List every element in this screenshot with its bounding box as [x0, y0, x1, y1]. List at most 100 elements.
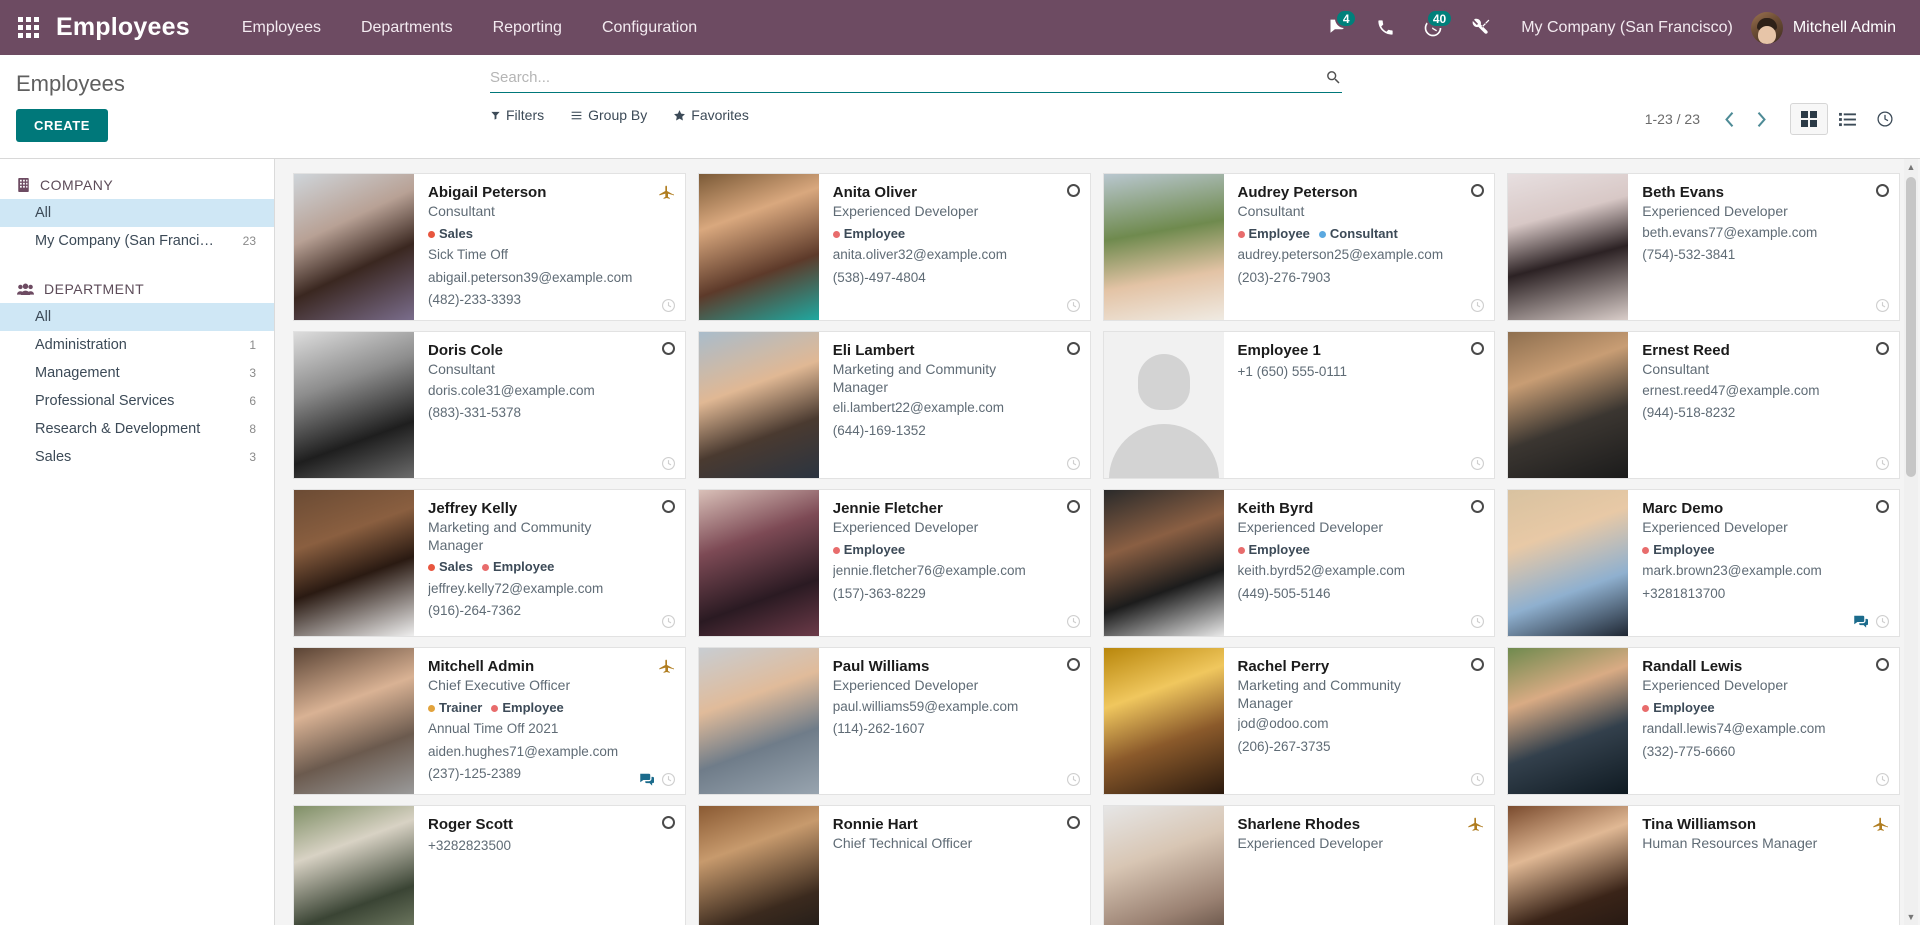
status-available-ring-icon[interactable]: [661, 816, 675, 829]
employee-card[interactable]: Jennie Fletcher Experienced Developer Empl…: [697, 489, 1091, 637]
schedule-activity-clock-icon[interactable]: [661, 614, 676, 629]
employee-card[interactable]: Roger Scott +3282823500: [293, 805, 686, 925]
message-bubble-icon[interactable]: [639, 773, 654, 787]
tag-color-dot: [1237, 230, 1245, 238]
employee-card[interactable]: Ronnie Hart Chief Technical Officer: [697, 805, 1091, 925]
status-available-ring-icon[interactable]: [1471, 184, 1485, 197]
status-available-ring-icon[interactable]: [1876, 500, 1889, 513]
employee-card[interactable]: Randall Lewis Experienced Developer Employ…: [1507, 647, 1900, 795]
sidebar-item-department-3[interactable]: Professional Services 6: [0, 387, 274, 415]
view-list-button[interactable]: [1828, 103, 1866, 135]
debug-tools-button[interactable]: [1459, 0, 1503, 55]
schedule-activity-clock-icon[interactable]: [1066, 614, 1081, 629]
sidebar-item-department-0[interactable]: All: [0, 303, 274, 331]
group-by-dropdown[interactable]: Group By: [570, 107, 647, 123]
pager-next-button[interactable]: [1748, 105, 1774, 133]
schedule-activity-clock-icon[interactable]: [1470, 298, 1485, 313]
schedule-activity-clock-icon[interactable]: [1066, 772, 1081, 787]
scrollbar-thumb[interactable]: [1906, 177, 1916, 477]
employee-name: Audrey Peterson: [1237, 184, 1358, 201]
menu-item-departments[interactable]: Departments: [341, 1, 473, 55]
status-available-ring-icon[interactable]: [1876, 342, 1889, 355]
pager-previous-button[interactable]: [1716, 105, 1742, 133]
schedule-activity-clock-icon[interactable]: [1066, 298, 1081, 313]
employee-card[interactable]: Eli Lambert Marketing and Community Manag…: [697, 331, 1091, 479]
search-input[interactable]: [490, 69, 1325, 86]
message-bubble-icon[interactable]: [1853, 615, 1868, 629]
schedule-activity-clock-icon[interactable]: [1875, 614, 1890, 629]
employee-card[interactable]: Doris Cole Consultant doris.cole31@example…: [293, 331, 686, 479]
search-icon[interactable]: [1325, 69, 1342, 86]
schedule-activity-clock-icon[interactable]: [1470, 772, 1485, 787]
employee-card[interactable]: Rachel Perry Marketing and Community Mana…: [1102, 647, 1496, 795]
schedule-activity-clock-icon[interactable]: [661, 298, 676, 313]
status-available-ring-icon[interactable]: [1066, 184, 1080, 197]
status-available-ring-icon[interactable]: [661, 342, 675, 355]
status-away-plane-icon[interactable]: [659, 184, 675, 203]
voip-button[interactable]: [1363, 0, 1407, 55]
employee-email: anita.oliver32@example.com: [832, 247, 1008, 263]
schedule-activity-clock-icon[interactable]: [1875, 456, 1890, 471]
employee-card[interactable]: Beth Evans Experienced Developer beth.evan…: [1507, 173, 1900, 321]
schedule-activity-clock-icon[interactable]: [661, 772, 676, 787]
favorites-dropdown[interactable]: Favorites: [673, 107, 749, 123]
create-button[interactable]: CREATE: [16, 109, 109, 142]
view-activity-button[interactable]: [1866, 103, 1904, 135]
status-available-ring-icon[interactable]: [1066, 816, 1080, 829]
employee-card[interactable]: Paul Williams Experienced Developer paul.w…: [697, 647, 1091, 795]
employee-card[interactable]: Abigail Peterson Consultant Sales Sick Time…: [293, 173, 686, 321]
menu-item-reporting[interactable]: Reporting: [473, 1, 582, 55]
status-available-ring-icon[interactable]: [1471, 500, 1485, 513]
menu-item-configuration[interactable]: Configuration: [582, 1, 717, 55]
app-brand[interactable]: Employees: [56, 13, 190, 42]
employee-card[interactable]: Audrey Peterson Consultant Employee Consult…: [1102, 173, 1496, 321]
user-menu[interactable]: Mitchell Admin: [1750, 11, 1906, 44]
employee-card[interactable]: Ernest Reed Consultant ernest.reed47@examp…: [1507, 331, 1900, 479]
status-available-ring-icon[interactable]: [1876, 658, 1889, 671]
employee-card[interactable]: Marc Demo Experienced Developer Employee ma…: [1507, 489, 1900, 637]
employee-photo: [1103, 648, 1224, 794]
status-available-ring-icon[interactable]: [661, 500, 675, 513]
menu-item-employees[interactable]: Employees: [222, 1, 341, 55]
employee-card[interactable]: Tina Williamson Human Resources Manager: [1507, 805, 1900, 925]
sidebar-item-company-1[interactable]: My Company (San Franci… 23: [0, 227, 274, 255]
activity-view-icon: [1877, 111, 1893, 127]
sidebar-item-department-5[interactable]: Sales 3: [0, 443, 274, 471]
sidebar-item-department-2[interactable]: Management 3: [0, 359, 274, 387]
employee-card[interactable]: Anita Oliver Experienced Developer Employe…: [697, 173, 1091, 321]
schedule-activity-clock-icon[interactable]: [1875, 772, 1890, 787]
schedule-activity-clock-icon[interactable]: [1470, 456, 1485, 471]
status-away-plane-icon[interactable]: [1468, 816, 1484, 835]
status-available-ring-icon[interactable]: [1066, 658, 1080, 671]
activities-button[interactable]: 40: [1411, 0, 1455, 55]
status-available-ring-icon[interactable]: [1066, 500, 1080, 513]
kanban-scrollbar[interactable]: ▲ ▼: [1904, 159, 1918, 925]
employee-phone: +3281813700: [1642, 585, 1726, 601]
company-switcher[interactable]: My Company (San Francisco): [1507, 19, 1747, 37]
scroll-up-arrow[interactable]: ▲: [1904, 159, 1918, 175]
sidebar-item-company-0[interactable]: All: [0, 199, 274, 227]
sidebar-item-department-1[interactable]: Administration 1: [0, 331, 274, 359]
employee-card[interactable]: Jeffrey Kelly Marketing and Community Man…: [293, 489, 686, 637]
employee-card[interactable]: Keith Byrd Experienced Developer Employee k…: [1102, 489, 1496, 637]
search-bar[interactable]: [490, 69, 1342, 93]
status-available-ring-icon[interactable]: [1471, 658, 1485, 671]
schedule-activity-clock-icon[interactable]: [1875, 298, 1890, 313]
schedule-activity-clock-icon[interactable]: [1470, 614, 1485, 629]
sidebar-item-department-4[interactable]: Research & Development 8: [0, 415, 274, 443]
scroll-down-arrow[interactable]: ▼: [1904, 909, 1918, 925]
status-away-plane-icon[interactable]: [659, 658, 675, 677]
filters-dropdown[interactable]: Filters: [490, 107, 544, 123]
status-available-ring-icon[interactable]: [1876, 184, 1889, 197]
status-available-ring-icon[interactable]: [1471, 342, 1485, 355]
messages-button[interactable]: 4: [1315, 0, 1359, 55]
view-kanban-button[interactable]: [1790, 103, 1828, 135]
status-away-plane-icon[interactable]: [1873, 816, 1889, 835]
status-available-ring-icon[interactable]: [1066, 342, 1080, 355]
apps-menu-toggle[interactable]: [0, 0, 56, 55]
schedule-activity-clock-icon[interactable]: [661, 456, 676, 471]
employee-card[interactable]: Sharlene Rhodes Experienced Developer: [1102, 805, 1496, 925]
employee-card[interactable]: Employee 1 +1 (650) 555-0111: [1102, 331, 1496, 479]
schedule-activity-clock-icon[interactable]: [1066, 456, 1081, 471]
employee-card[interactable]: Mitchell Admin Chief Executive Officer Tra…: [293, 647, 686, 795]
